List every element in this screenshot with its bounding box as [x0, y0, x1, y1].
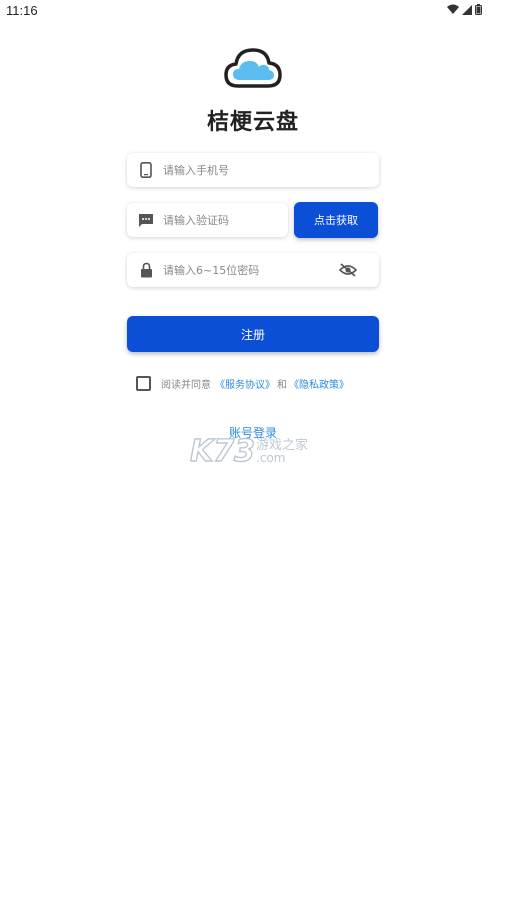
status-time: 11:16 [6, 3, 38, 18]
app-title: 桔梗云盘 [206, 110, 299, 135]
eye-off-icon[interactable] [339, 263, 357, 277]
phone-icon [138, 162, 154, 178]
status-bar: 11:16 [0, 0, 506, 22]
message-icon [138, 212, 154, 228]
phone-input[interactable] [163, 163, 379, 177]
agreement-prefix: 阅读并同意 [161, 380, 211, 391]
agree-checkbox[interactable] [136, 376, 151, 391]
register-button[interactable]: 注册 [127, 316, 379, 352]
get-code-button[interactable]: 点击获取 [294, 202, 378, 238]
password-field[interactable] [127, 253, 379, 287]
battery-icon [475, 4, 482, 15]
phone-field[interactable] [127, 153, 379, 187]
password-input[interactable] [163, 263, 339, 277]
code-field[interactable] [127, 203, 288, 237]
service-agreement-link[interactable]: 《服务协议》 [215, 376, 275, 391]
agreement-row: 阅读并同意 《服务协议》 和 《隐私政策》 [136, 376, 349, 391]
privacy-policy-link[interactable]: 《隐私政策》 [289, 376, 349, 391]
watermark-com-text: .com [256, 451, 285, 465]
lock-icon [138, 262, 154, 278]
k73-watermark: K73 游戏之家 .com [190, 433, 308, 466]
code-input[interactable] [163, 213, 288, 227]
cloud-icon [224, 48, 282, 88]
watermark-main-text: K73 [190, 434, 255, 466]
status-icons [447, 4, 482, 15]
agreement-and: 和 [277, 380, 287, 391]
signal-icon [462, 4, 472, 15]
wifi-icon [447, 4, 459, 14]
